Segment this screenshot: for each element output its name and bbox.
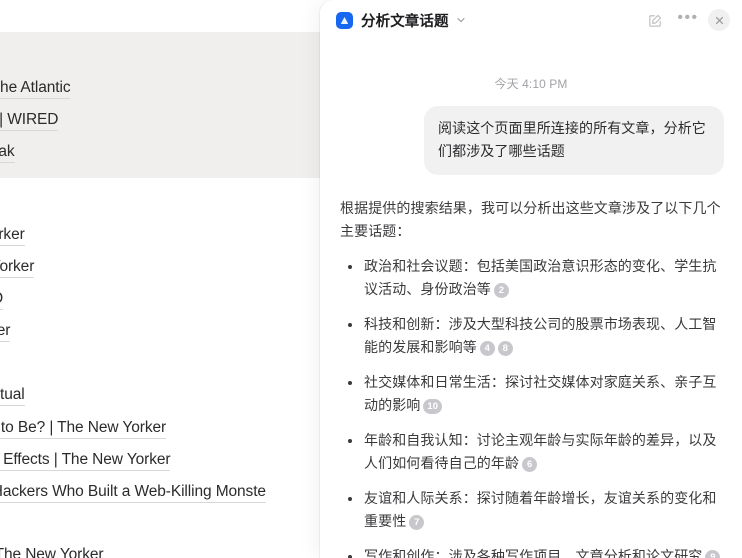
topic-list-item: 政治和社会议题：包括美国政治意识形态的变化、学生抗议活动、身份政治等 2 <box>340 255 722 301</box>
citation-badge[interactable]: 9 <box>705 550 721 558</box>
background-link[interactable]: rker <box>0 321 10 342</box>
more-options-icon[interactable]: ••• <box>676 6 700 35</box>
topic-list-item: 科技和创新：涉及大型科技公司的股票市场表现、人工智能的发展和影响等 4 8 <box>340 313 722 359</box>
conversation-timestamp: 今天 4:10 PM <box>494 77 568 91</box>
assistant-app-icon <box>336 11 353 29</box>
background-link[interactable]: cker | WIRED <box>0 110 58 131</box>
topic-text: 社交媒体和日常生活：探讨社交媒体对家庭关系、亲子互动的影响 <box>364 374 717 413</box>
close-icon[interactable] <box>708 9 730 31</box>
user-message-bubble: 阅读这个页面里所连接的所有文章，分析它们都涉及了哪些话题 <box>424 106 724 175</box>
topic-text: 年龄和自我认知：讨论主观年龄与实际年龄的差异，以及人们如何看待自己的年龄 <box>364 432 717 471</box>
topic-text: 科技和创新：涉及大型科技公司的股票市场表现、人工智能的发展和影响等 <box>364 316 717 355</box>
background-link[interactable]: w Yorker <box>0 225 25 246</box>
assistant-intro: 根据提供的搜索结果，我可以分析出这些文章涉及了以下几个主要话题： <box>340 200 721 239</box>
background-link[interactable]: pple Effects | The New Yorker <box>0 450 171 471</box>
chevron-down-icon[interactable] <box>455 14 467 26</box>
chat-panel: 分析文章话题 ••• 今天 4:10 PM 阅读这个页面里所连接的所有文章，分析… <box>320 0 742 558</box>
background-link-list: Work - The Atlantic cker | WIRED golak w Yo… <box>0 0 330 558</box>
background-link[interactable]: ung Hackers Who Built a Web-Killing Mons… <box>0 482 266 503</box>
topic-list-item: 年龄和自我认知：讨论主观年龄与实际年龄的差异，以及人们如何看待自己的年龄 6 <box>340 429 722 475</box>
background-link[interactable]: D <box>0 289 3 310</box>
compose-icon[interactable] <box>643 8 667 32</box>
panel-title: 分析文章话题 <box>361 13 449 30</box>
topic-list-item: 写作和创作：涉及各种写作项目、文章分析和论文研究910 <box>340 545 722 558</box>
citation-badge[interactable]: 8 <box>497 341 513 356</box>
background-link[interactable]: golak <box>0 142 15 163</box>
panel-header: 分析文章话题 ••• <box>320 0 742 40</box>
background-link[interactable]: e | The New Yorker <box>0 545 104 558</box>
topic-text: 政治和社会议题：包括美国政治意识形态的变化、学生抗议活动、身份政治等 <box>364 258 717 297</box>
citation-badge[interactable]: 6 <box>522 457 538 472</box>
screen: Work - The Atlantic cker | WIRED golak w Yo… <box>0 0 742 558</box>
background-link[interactable]: virtual <box>0 385 25 406</box>
topic-list-item: 友谊和人际关系：探讨随着年龄增长，友谊关系的变化和重要性 7 <box>340 487 722 533</box>
citation-badge[interactable]: 7 <box>409 515 425 530</box>
user-message-row: 阅读这个页面里所连接的所有文章，分析它们都涉及了哪些话题 <box>338 106 724 175</box>
assistant-message: 根据提供的搜索结果，我可以分析出这些文章涉及了以下几个主要话题： 政治和社会议题… <box>338 197 724 558</box>
citation-badge[interactable]: 10 <box>423 399 442 414</box>
conversation: 今天 4:10 PM 阅读这个页面里所连接的所有文章，分析它们都涉及了哪些话题 … <box>320 75 742 558</box>
citation-badge[interactable]: 2 <box>493 283 509 298</box>
citation-badge[interactable]: 4 <box>479 341 495 356</box>
topic-list-item: 社交媒体和日常生活：探讨社交媒体对家庭关系、亲子互动的影响 10 <box>340 371 722 417</box>
topic-list: 政治和社会议题：包括美国政治意识形态的变化、学生抗议活动、身份政治等 2 科技和创新… <box>340 255 722 558</box>
background-link[interactable]: Work - The Atlantic <box>0 78 71 99</box>
background-link[interactable]: sed to Be? | The New Yorker <box>0 418 166 439</box>
topic-text: 写作和创作：涉及各种写作项目、文章分析和论文研究 <box>364 548 703 558</box>
background-link[interactable]: New Yorker <box>0 257 34 278</box>
